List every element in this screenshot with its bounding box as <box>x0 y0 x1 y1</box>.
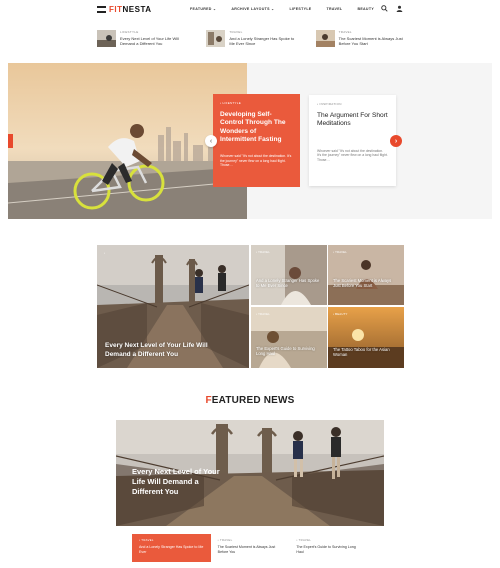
menu-item-lifestyle[interactable]: LIFESTYLE <box>289 7 311 11</box>
grid-title[interactable]: The Tattoo Taboo for the Asian Woman <box>333 347 397 358</box>
card-title[interactable]: Developing Self-Control Through The Wond… <box>220 111 293 144</box>
strip-article[interactable]: TRAVEL The Scariest Moment is Always Jus… <box>315 30 407 50</box>
slide-edge-marker <box>8 134 13 148</box>
slider-prev-button[interactable]: ‹ <box>205 135 217 147</box>
featured-card-category: • TRAVEL <box>296 538 312 542</box>
featured-cards: • TRAVEL And a Lonely Stranger Has Spoke… <box>132 534 369 562</box>
hero-card-active[interactable]: • LIFESTYLE Developing Self-Control Thro… <box>213 94 300 187</box>
article-thumbnail <box>97 30 116 47</box>
featured-news-heading: FEATURED NEWS <box>205 395 295 406</box>
grid-category: • TRAVEL <box>256 250 270 254</box>
strip-title[interactable]: And a Lonely Stranger Has Spoke to Me Ev… <box>229 36 297 46</box>
grid-category: • BEAUTY <box>333 312 348 316</box>
grid-tile[interactable]: • TRAVEL The Expert's Guide to Surviving… <box>251 307 327 368</box>
logo-text: FITNESTA <box>109 5 152 14</box>
card-category: • INSPIRATION <box>317 102 342 106</box>
strip-title[interactable]: The Scariest Moment is Always Just Befor… <box>339 36 407 46</box>
grid-title[interactable]: Every Next Level of Your Life Will Deman… <box>105 342 225 359</box>
main-menu: FEATURED ⌄ ARCHIVE LAYOUTS ⌄ LIFESTYLE T… <box>190 7 374 11</box>
article-thumbnail <box>206 30 226 47</box>
featured-card[interactable]: • TRAVEL And a Lonely Stranger Has Spoke… <box>132 534 211 562</box>
strip-category: TRAVEL <box>229 30 243 34</box>
grid-title[interactable]: The Scariest Moment is Always Just Befor… <box>333 278 397 289</box>
nav-icons <box>381 5 403 12</box>
grid-category: • <box>104 251 106 255</box>
grid-category: • TRAVEL <box>333 250 347 254</box>
strip-article[interactable]: LIFESTYLE Every Next Level of Your Life … <box>97 30 188 50</box>
card-category: • LIFESTYLE <box>220 101 242 105</box>
grid-tile[interactable]: • TRAVEL And a Lonely Stranger Has Spoke… <box>251 245 327 305</box>
article-thumbnail <box>315 30 335 47</box>
strip-category: TRAVEL <box>338 30 352 34</box>
card-excerpt: Whoever said "It's not about the destina… <box>317 148 388 162</box>
featured-card[interactable]: • TRAVEL The Scariest Moment is Always J… <box>210 534 290 562</box>
featured-card-title[interactable]: The Scariest Moment is Always Just Befor… <box>218 545 283 555</box>
grid-tile-large[interactable]: • Every Next Level of Your Life Will Dem… <box>97 245 249 368</box>
top-navigation: FITNESTA FEATURED ⌄ ARCHIVE LAYOUTS ⌄ LI… <box>0 0 500 20</box>
grid-title[interactable]: The Expert's Guide to Surviving Long Hau… <box>256 346 320 357</box>
strip-category: LIFESTYLE <box>120 30 139 34</box>
strip-article[interactable]: TRAVEL And a Lonely Stranger Has Spoke t… <box>206 30 297 50</box>
site-logo[interactable]: FITNESTA <box>97 5 152 14</box>
menu-item-travel[interactable]: TRAVEL <box>327 7 343 11</box>
strip-title[interactable]: Every Next Level of Your Life Will Deman… <box>120 36 188 46</box>
card-excerpt: Whoever said "It's not about the destina… <box>220 154 292 168</box>
slider-next-button[interactable]: › <box>390 135 402 147</box>
menu-item-featured[interactable]: FEATURED ⌄ <box>190 7 216 11</box>
grid-tile[interactable]: • TRAVEL The Scariest Moment is Always J… <box>328 245 404 305</box>
featured-card[interactable]: • TRAVEL The Expert's Guide to Surviving… <box>289 534 369 562</box>
logo-mark-icon <box>97 6 106 13</box>
featured-card-title[interactable]: And a Lonely Stranger Has Spoke to Me Ev… <box>139 545 204 555</box>
featured-card-category: • TRAVEL <box>139 538 154 542</box>
featured-card-category: • TRAVEL <box>217 538 233 542</box>
grid-category: • TRAVEL <box>256 312 270 316</box>
card-title[interactable]: The Argument For Short Meditations <box>317 112 388 129</box>
grid-title[interactable]: And a Lonely Stranger Has Spoke to Me Ev… <box>256 278 320 289</box>
menu-item-archive-layouts[interactable]: ARCHIVE LAYOUTS ⌄ <box>231 7 274 11</box>
search-icon[interactable] <box>381 5 388 12</box>
featured-card-title[interactable]: The Expert's Guide to Surviving Long Hau… <box>296 545 361 555</box>
grid-tile[interactable]: • BEAUTY The Tattoo Taboo for the Asian … <box>328 307 404 368</box>
menu-item-beauty[interactable]: BEAUTY <box>357 7 374 11</box>
hero-card-next[interactable]: • INSPIRATION The Argument For Short Med… <box>309 95 396 186</box>
top-article-strip: LIFESTYLE Every Next Level of Your Life … <box>97 30 407 50</box>
article-grid: • Every Next Level of Your Life Will Dem… <box>97 245 404 368</box>
featured-headline[interactable]: Every Next Level of Your Life Will Deman… <box>132 467 222 497</box>
user-icon[interactable] <box>396 5 403 12</box>
